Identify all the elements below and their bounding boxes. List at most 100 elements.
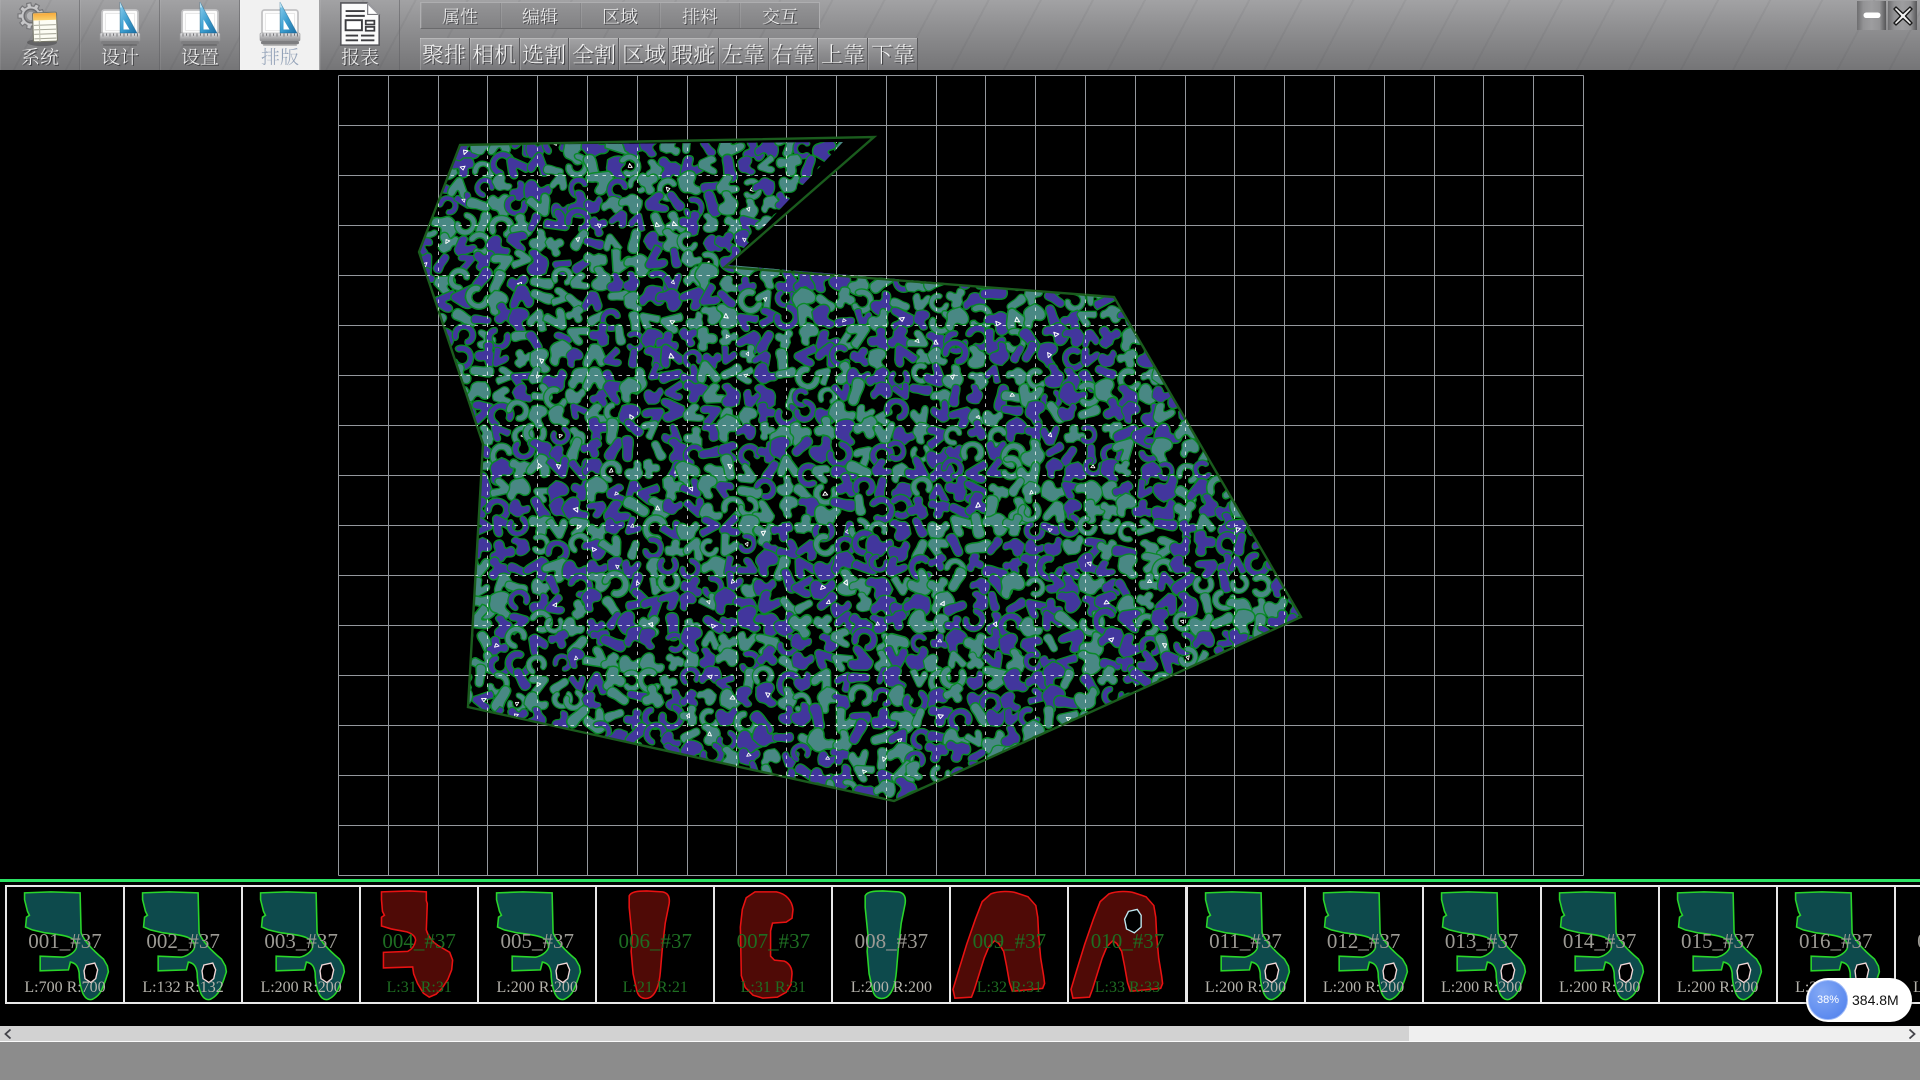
part-lr-label: L:31 R:31 [715, 979, 831, 997]
memory-percent-value: 38% [1817, 994, 1839, 1006]
toolbar-button-label [21, 47, 59, 66]
part-lr-label: L:200 R:200 [243, 979, 359, 997]
toolbar-button-0[interactable] [0, 0, 80, 70]
strip-item-013_#37[interactable]: 013_#37 L:200 R:200 [1422, 885, 1542, 1004]
part-id-label: 008_#37 [833, 929, 949, 954]
part-lr-label: L:200 R:200 [833, 979, 949, 997]
menu-tabbar [420, 2, 820, 29]
part-lr-label: L:132 R:132 [125, 979, 241, 997]
menu-tab-2[interactable] [581, 3, 661, 28]
part-id-label: 010_#37 [1069, 929, 1185, 954]
chevron-right-icon [1908, 1029, 1916, 1039]
part-lr-label: L:31 R:31 [361, 979, 477, 997]
nesting-canvas[interactable] [0, 70, 1920, 879]
toolbar-button-label [101, 47, 139, 66]
part-id-label: 014_#37 [1542, 929, 1658, 954]
part-id-label: 009_#37 [951, 929, 1067, 954]
part-id-label: 002_#37 [125, 929, 241, 954]
status-bar [0, 1041, 1920, 1080]
strip-item-010_#37[interactable]: 010_#37 L:33 R:33 [1067, 885, 1187, 1004]
memory-value: 384.8M [1852, 978, 1908, 1022]
strip-item-003_#37[interactable]: 003_#37 L:200 R:200 [241, 885, 361, 1004]
scrollbar-left-button[interactable] [0, 1026, 16, 1041]
part-id-label: 001_#37 [7, 929, 123, 954]
strip-item-012_#37[interactable]: 012_#37 L:200 R:200 [1304, 885, 1424, 1004]
part-id-label: 012_#37 [1306, 929, 1422, 954]
action-button-row [420, 38, 918, 70]
action-button-2[interactable] [520, 38, 570, 70]
drawing-board-triangle-icon [177, 1, 223, 47]
part-id-label: 016_#37 [1778, 929, 1894, 954]
part-lr-label: L:200 R:200 [1188, 979, 1304, 997]
part-id-label: 013_#37 [1424, 929, 1540, 954]
toolbar [0, 0, 1920, 70]
close-icon [1893, 6, 1913, 26]
part-lr-label: L:200 R:200 [1660, 979, 1776, 997]
part-id-label: 004_#37 [361, 929, 477, 954]
action-button-9[interactable] [868, 38, 918, 70]
memory-badge: 38% 384.8M [1806, 978, 1912, 1022]
strip-item-011_#37[interactable]: 011_#37 L:200 R:200 [1186, 885, 1306, 1004]
memory-percent-bubble: 38% [1808, 980, 1848, 1020]
part-id-label: 005_#37 [479, 929, 595, 954]
menu-tab-4[interactable] [740, 3, 819, 28]
strip-item-006_#37[interactable]: 006_#37 L:21 R:21 [595, 885, 715, 1004]
action-button-6[interactable] [719, 38, 769, 70]
toolbar-button-label [181, 47, 219, 66]
report-document-icon [337, 1, 383, 48]
part-lr-label: L:21 R:21 [597, 979, 713, 997]
action-button-7[interactable] [769, 38, 819, 70]
toolbar-button-2[interactable] [160, 0, 240, 70]
action-button-4[interactable] [619, 38, 669, 70]
strip-item-004_#37[interactable]: 004_#37 L:31 R:31 [359, 885, 479, 1004]
strip-item-008_#37[interactable]: 008_#37 L:200 R:200 [831, 885, 951, 1004]
part-id-label: 017_#37 [1896, 929, 1920, 954]
strip-item-007_#37[interactable]: 007_#37 L:31 R:31 [713, 885, 833, 1004]
strip-item-005_#37[interactable]: 005_#37 L:200 R:200 [477, 885, 597, 1004]
part-lr-label: L:700 R:700 [7, 979, 123, 997]
action-button-0[interactable] [420, 38, 470, 70]
menu-tab-0[interactable] [421, 3, 501, 28]
strip-item-009_#37[interactable]: 009_#37 L:32 R:31 [949, 885, 1069, 1004]
chevron-left-icon [4, 1029, 12, 1039]
action-button-8[interactable] [818, 38, 868, 70]
app-window: 001_#37L:700 R:700002_#37L:132 R:132003_… [0, 0, 1920, 1080]
strip-item-015_#37[interactable]: 015_#37 L:200 R:200 [1658, 885, 1778, 1004]
minimize-button[interactable] [1857, 1, 1886, 30]
parts-strip: 001_#37L:700 R:700002_#37L:132 R:132003_… [0, 885, 1920, 1004]
strip-item-014_#37[interactable]: 014_#37 L:200 R:200 [1540, 885, 1660, 1004]
part-lr-label: L:32 R:31 [951, 979, 1067, 997]
action-button-3[interactable] [569, 38, 619, 70]
system-gear-table-icon [17, 1, 63, 47]
scrollbar-thumb[interactable] [16, 1026, 1409, 1041]
action-button-1[interactable] [470, 38, 520, 70]
part-id-label: 011_#37 [1188, 929, 1304, 954]
part-id-label: 003_#37 [243, 929, 359, 954]
menu-tab-3[interactable] [660, 3, 740, 28]
strip-separator-line [0, 879, 1920, 882]
scrollbar-right-button[interactable] [1904, 1026, 1920, 1041]
strip-item-001_#37[interactable]: 001_#37 L:700 R:700 [5, 885, 125, 1004]
part-id-label: 015_#37 [1660, 929, 1776, 954]
action-button-5[interactable] [669, 38, 719, 70]
strip-item-002_#37[interactable]: 002_#37 L:132 R:132 [123, 885, 243, 1004]
toolbar-button-label [341, 47, 379, 66]
toolbar-button-4[interactable] [320, 0, 400, 70]
part-lr-label: L:33 R:33 [1069, 979, 1185, 997]
drawing-board-triangle-icon [97, 1, 143, 47]
part-lr-label: L:200 R:200 [1424, 979, 1540, 997]
toolbar-button-label [261, 47, 299, 66]
strip-scrollbar[interactable] [0, 1026, 1920, 1041]
minimize-icon [1861, 1, 1883, 31]
part-id-label: 006_#37 [597, 929, 713, 954]
part-lr-label: L:200 R:200 [1542, 979, 1658, 997]
part-lr-label: L:200 R:200 [1306, 979, 1422, 997]
nesting-scene [0, 70, 1920, 879]
toolbar-button-3[interactable] [240, 0, 320, 70]
part-lr-label: L:200 R:200 [479, 979, 595, 997]
toolbar-button-1[interactable] [80, 0, 160, 70]
drawing-board-triangle-icon [257, 1, 303, 47]
part-id-label: 007_#37 [715, 929, 831, 954]
close-button[interactable] [1888, 1, 1917, 30]
menu-tab-1[interactable] [501, 3, 581, 28]
